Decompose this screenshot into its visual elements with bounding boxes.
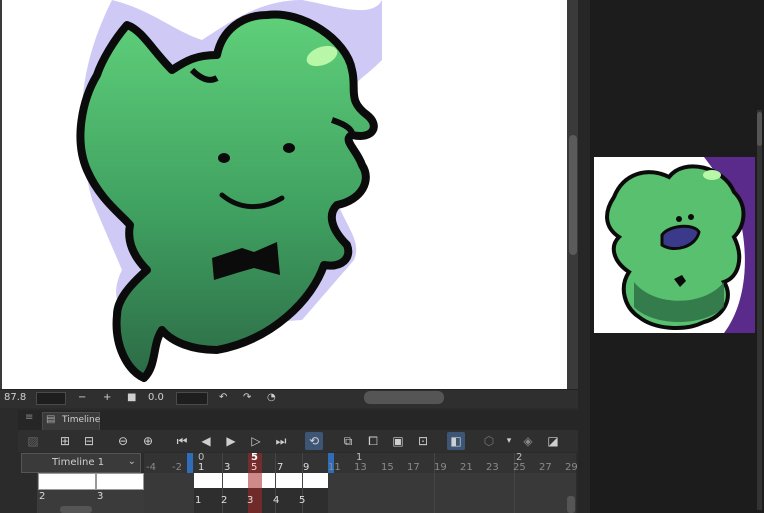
ruler-tick-label: 29 — [565, 462, 578, 473]
frame-cel-number[interactable]: 4 — [273, 495, 279, 506]
timeline-tab-label: Timeline — [62, 415, 101, 425]
ruler-tick-label: 1 — [198, 462, 205, 473]
ruler-tick-label: 27 — [539, 462, 552, 473]
canvas-horizontal-scroll-thumb[interactable] — [364, 391, 444, 404]
loop-icon[interactable]: ⟲ — [305, 432, 323, 450]
edit-keyframe-icon[interactable]: ◪ — [544, 432, 562, 450]
frame-cel-number[interactable]: 3 — [247, 495, 253, 506]
start-marker[interactable] — [187, 453, 193, 473]
ruler-tick-label: 3 — [224, 462, 231, 473]
cel-thumbnail[interactable] — [96, 473, 144, 490]
reference-character-image — [605, 157, 755, 333]
track-label: 3 — [97, 491, 104, 502]
ruler-tick-label: -4 — [146, 462, 156, 473]
timeline-selector-value: Timeline 1 — [52, 457, 105, 468]
eye-left — [218, 153, 230, 163]
ruler-tick-label: -2 — [172, 462, 182, 473]
right-panel-scrollbar[interactable] — [757, 110, 762, 510]
previous-frame-icon[interactable]: ◀ — [197, 432, 215, 450]
right-panel-scroll-thumb[interactable] — [757, 112, 762, 146]
timeline-settings-icon[interactable]: ⊟ — [80, 432, 98, 450]
next-frame-icon[interactable]: ▷ — [247, 432, 265, 450]
ruler-tick-label: 11 — [328, 462, 341, 473]
rotation-slider[interactable] — [176, 392, 208, 405]
timeline-selector[interactable]: Timeline 1 ⌄ — [21, 453, 141, 473]
ruler-tick-label: 25 — [513, 462, 526, 473]
fit-view-button[interactable]: ■ — [127, 392, 136, 403]
zoom-out-button[interactable]: − — [78, 392, 86, 403]
keyframe-icon[interactable]: ⬡ — [480, 432, 498, 450]
reset-rotation-button[interactable]: ◔ — [267, 392, 276, 403]
assign-cel-icon[interactable]: ▣ — [389, 432, 407, 450]
zoom-slider[interactable] — [36, 392, 66, 405]
zoom-in-timeline-icon[interactable]: ⊕ — [139, 432, 157, 450]
canvas-status-bar — [0, 389, 578, 408]
zoom-out-timeline-icon[interactable]: ⊖ — [114, 432, 132, 450]
frame-cel-number[interactable]: 5 — [299, 495, 305, 506]
ruler-tick-label: 13 — [354, 462, 367, 473]
onion-skin-icon[interactable]: ◧ — [447, 432, 465, 450]
ruler-tick-label: 21 — [460, 462, 473, 473]
ruler-tick-label: 23 — [486, 462, 499, 473]
new-animation-folder-icon[interactable]: ⧉ — [339, 432, 357, 450]
timeline-tab-icon: ▤ — [46, 414, 56, 425]
track-scroll-thumb[interactable] — [60, 506, 92, 513]
camera-icon[interactable]: ◈ — [519, 432, 537, 450]
frame-cel-number[interactable]: 1 — [195, 495, 201, 506]
frame-cel-number[interactable]: 2 — [221, 495, 227, 506]
panel-menu-icon[interactable]: ≡ — [25, 412, 33, 423]
last-frame-icon[interactable]: ⏭ — [272, 432, 290, 450]
timeline-panel-header — [18, 410, 578, 430]
cel-thumbnail[interactable] — [38, 473, 96, 490]
chevron-down-icon[interactable]: ▾ — [500, 432, 518, 450]
chevron-down-icon: ⌄ — [127, 456, 136, 467]
drawing-canvas[interactable] — [2, 0, 567, 389]
ghost-character-drawing — [76, 0, 382, 382]
zoom-in-button[interactable]: + — [103, 392, 111, 403]
delete-cel-icon[interactable]: ⊡ — [414, 432, 432, 450]
reference-image — [594, 157, 755, 333]
play-icon[interactable]: ▶ — [222, 432, 240, 450]
ruler-tick-label: 15 — [381, 462, 394, 473]
ruler-tick-label: 7 — [277, 462, 284, 473]
ruler-tick-label: 9 — [303, 462, 310, 473]
ruler-tick-label: 17 — [407, 462, 420, 473]
track-label: 2 — [39, 491, 46, 502]
new-cel-icon[interactable]: ⧠ — [364, 432, 382, 450]
first-frame-icon[interactable]: ⏮ — [173, 432, 191, 450]
canvas-vertical-scroll-thumb[interactable] — [569, 135, 577, 255]
rotate-left-button[interactable]: ↶ — [219, 392, 227, 403]
ruler-tick-label: 19 — [434, 462, 447, 473]
zoom-value[interactable]: 87.8 — [4, 392, 26, 403]
rotate-right-button[interactable]: ↷ — [243, 392, 251, 403]
new-timeline-icon[interactable]: ⊞ — [56, 432, 74, 450]
ruler-tick-label: 5 — [251, 462, 258, 473]
panel-divider[interactable] — [578, 0, 590, 513]
timeline-vertical-scroll-thumb[interactable] — [567, 496, 575, 513]
disabled-icon[interactable]: ▨ — [24, 432, 42, 450]
rotation-value[interactable]: 0.0 — [148, 392, 164, 403]
eye-right — [283, 143, 295, 153]
